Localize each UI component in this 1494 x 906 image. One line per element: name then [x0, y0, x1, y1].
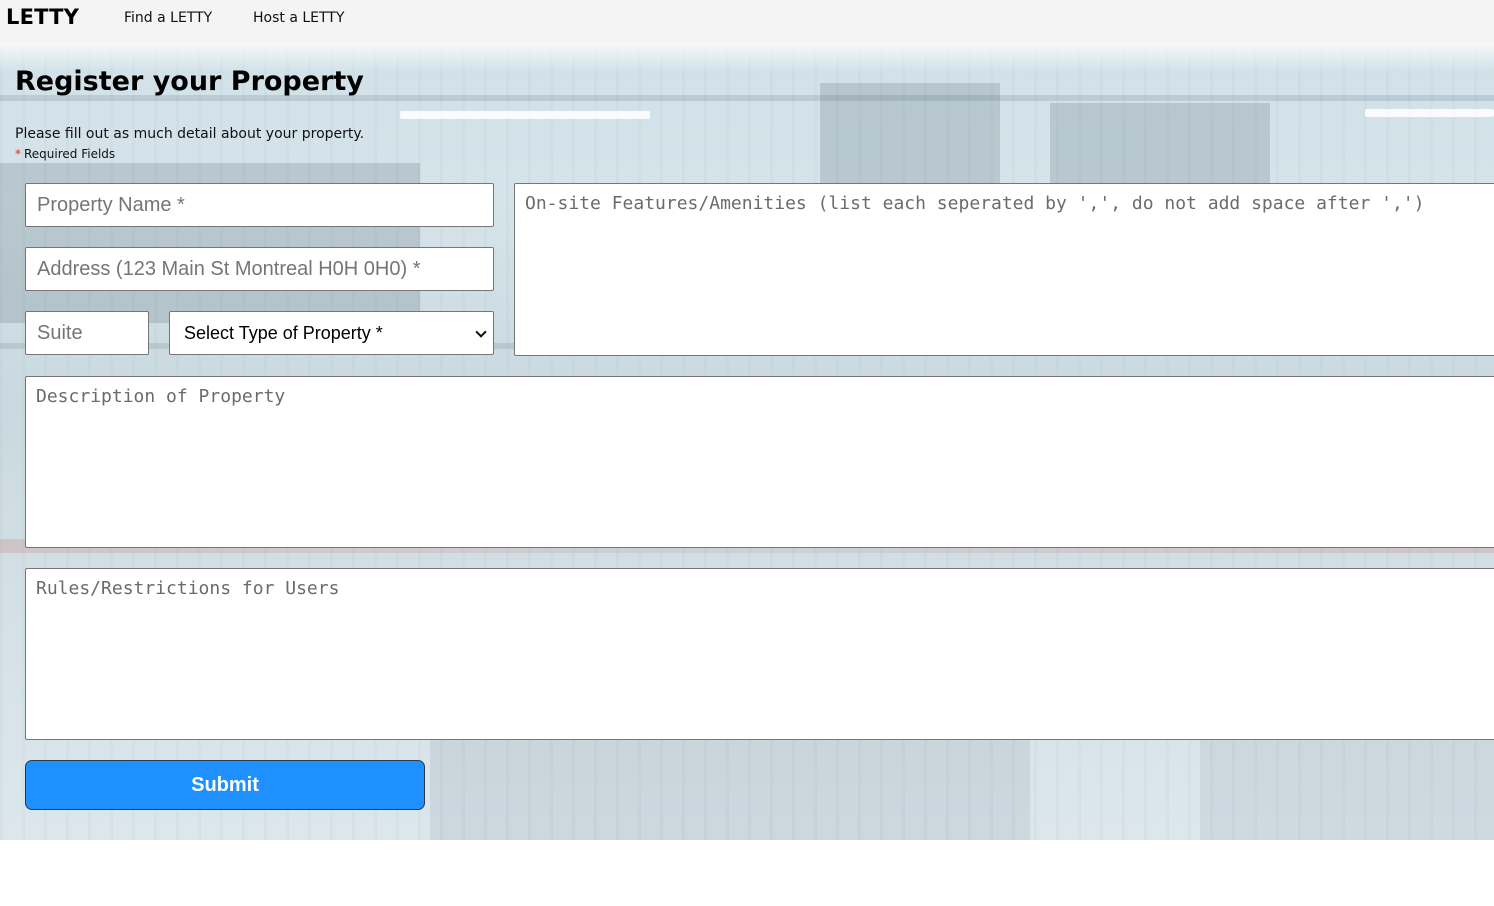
required-star: *: [15, 147, 21, 161]
brand-logo[interactable]: LETTY: [6, 5, 79, 29]
property-type-selected: Select Type of Property *: [184, 322, 383, 343]
intro-text: Please fill out as much detail about you…: [15, 126, 365, 142]
property-type-select[interactable]: Select Type of Property *: [169, 311, 494, 355]
required-fields-label: Required Fields: [24, 147, 116, 161]
nav-host-letty[interactable]: Host a LETTY: [253, 10, 344, 26]
top-navbar: LETTY Find a LETTY Host a LETTY: [0, 0, 1494, 43]
nav-find-letty[interactable]: Find a LETTY: [124, 10, 212, 26]
page-title: Register your Property: [15, 66, 364, 97]
submit-button[interactable]: Submit: [25, 760, 425, 810]
description-textarea[interactable]: [25, 376, 1494, 548]
required-fields-note: * Required Fields: [15, 147, 115, 161]
suite-input[interactable]: [25, 311, 149, 355]
rules-restrictions-textarea[interactable]: [25, 568, 1494, 740]
property-name-input[interactable]: [25, 183, 494, 227]
chevron-down-icon: [475, 326, 487, 338]
address-input[interactable]: [25, 247, 494, 291]
features-amenities-textarea[interactable]: [514, 183, 1494, 356]
